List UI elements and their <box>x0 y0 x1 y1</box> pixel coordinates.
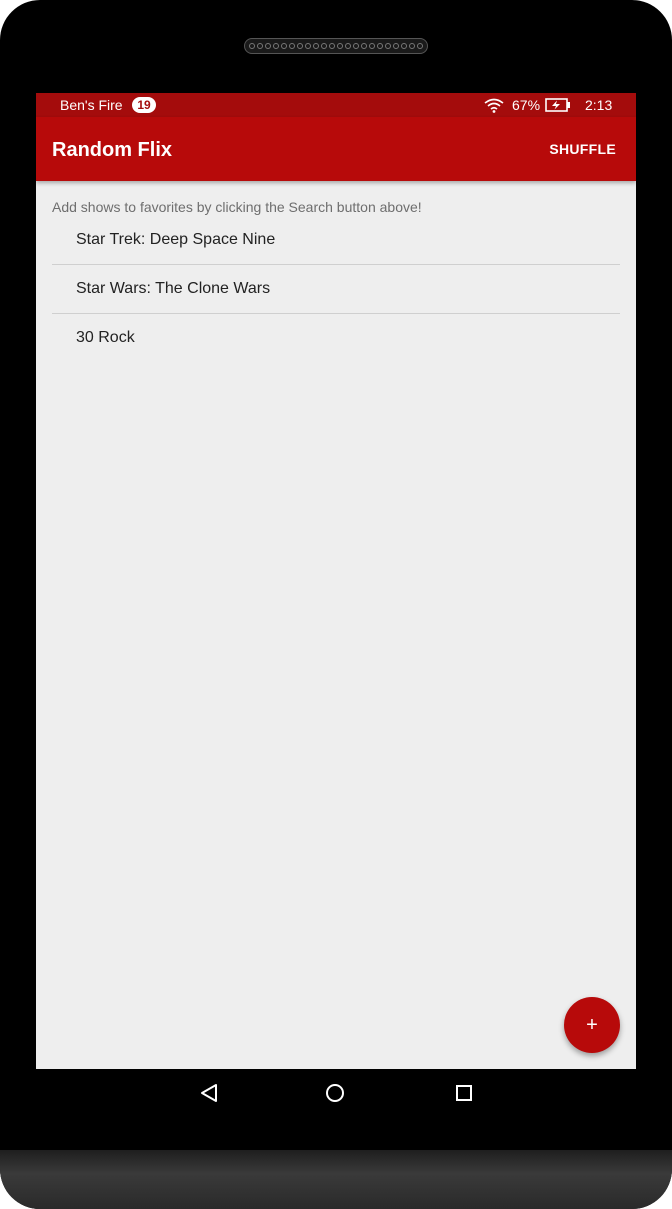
home-icon[interactable] <box>325 1083 345 1103</box>
app-title: Random Flix <box>52 139 173 161</box>
status-bar: Ben's Fire 19 67% 2:13 <box>36 93 636 117</box>
back-icon[interactable] <box>198 1082 220 1104</box>
clock: 2:13 <box>585 97 613 113</box>
list-item[interactable]: Star Wars: The Clone Wars <box>52 265 620 314</box>
favorites-hint: Add shows to favorites by clicking the S… <box>52 199 422 215</box>
app-bar: Random Flix SHUFFLE <box>36 117 636 181</box>
show-title: Star Wars: The Clone Wars <box>76 280 271 297</box>
system-nav-bar <box>36 1069 636 1117</box>
battery-charging-icon <box>545 98 571 112</box>
speaker-grille <box>244 38 428 54</box>
device-name: Ben's Fire <box>60 97 123 113</box>
device-frame: Ben's Fire 19 67% 2:13 Random Flix SHUFF… <box>0 0 672 1209</box>
device-bottom-bezel <box>0 1150 672 1209</box>
add-show-button[interactable]: + <box>564 997 620 1053</box>
battery-percent: 67% <box>512 97 541 113</box>
app-screen: Ben's Fire 19 67% 2:13 Random Flix SHUFF… <box>36 93 636 1069</box>
notification-count-badge: 19 <box>132 97 156 113</box>
wifi-icon <box>484 97 504 113</box>
show-title: 30 Rock <box>76 329 135 346</box>
shuffle-button[interactable]: SHUFFLE <box>549 141 616 157</box>
list-item[interactable]: 30 Rock <box>52 314 620 362</box>
list-item[interactable]: Star Trek: Deep Space Nine <box>52 216 620 265</box>
plus-icon: + <box>586 1014 598 1036</box>
recents-icon[interactable] <box>456 1085 472 1101</box>
show-title: Star Trek: Deep Space Nine <box>76 231 276 248</box>
favorites-list: Star Trek: Deep Space Nine Star Wars: Th… <box>52 216 620 362</box>
